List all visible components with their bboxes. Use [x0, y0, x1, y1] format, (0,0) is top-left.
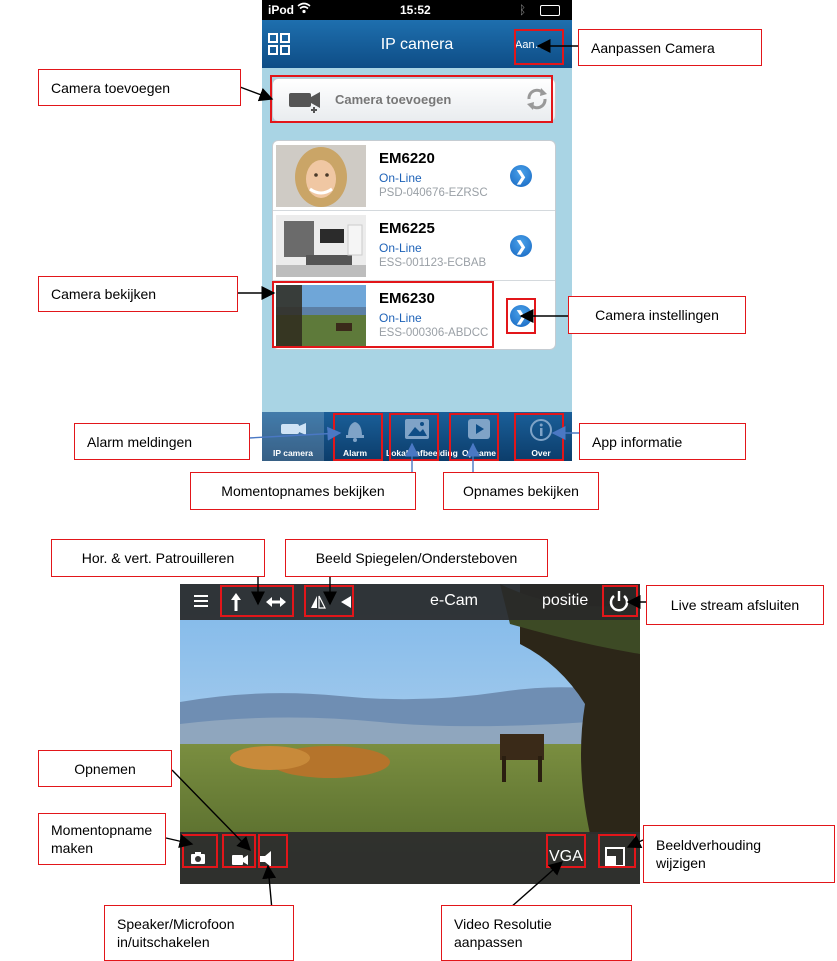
- callout-line: maken: [51, 840, 94, 856]
- callout-line: Beeldverhouding: [656, 837, 762, 853]
- callout-mirror-flip: Beeld Spiegelen/Ondersteboven: [285, 539, 548, 577]
- callout-line: Video Resolutie: [454, 916, 552, 932]
- callout-camera-settings: Camera instellingen: [568, 296, 746, 334]
- callout-edit-camera: Aanpassen Camera: [578, 29, 762, 66]
- callout-add-camera: Camera toevoegen: [38, 69, 241, 106]
- callout-speaker-mic: Speaker/Microfoon in/uitschakelen: [104, 905, 294, 961]
- callout-patrol: Hor. & vert. Patrouilleren: [51, 539, 265, 577]
- callout-line: aanpassen: [454, 934, 523, 950]
- callout-app-info: App informatie: [579, 423, 746, 460]
- callout-line: Speaker/Microfoon: [117, 916, 235, 932]
- callout-take-snapshot: Momentopname maken: [38, 813, 166, 865]
- callout-alarm-notifications: Alarm meldingen: [74, 423, 250, 460]
- callout-line: wijzigen: [656, 855, 706, 871]
- callout-close-stream: Live stream afsluiten: [646, 585, 824, 625]
- callout-view-recordings: Opnames bekijken: [443, 472, 599, 510]
- callout-line: Momentopname: [51, 822, 153, 838]
- callout-view-camera: Camera bekijken: [38, 276, 238, 312]
- callout-line: in/uitschakelen: [117, 934, 210, 950]
- callout-aspect-ratio: Beeldverhouding wijzigen: [643, 825, 835, 883]
- callout-resolution: Video Resolutie aanpassen: [441, 905, 632, 961]
- callout-record: Opnemen: [38, 750, 172, 787]
- callout-view-snapshots: Momentopnames bekijken: [190, 472, 416, 510]
